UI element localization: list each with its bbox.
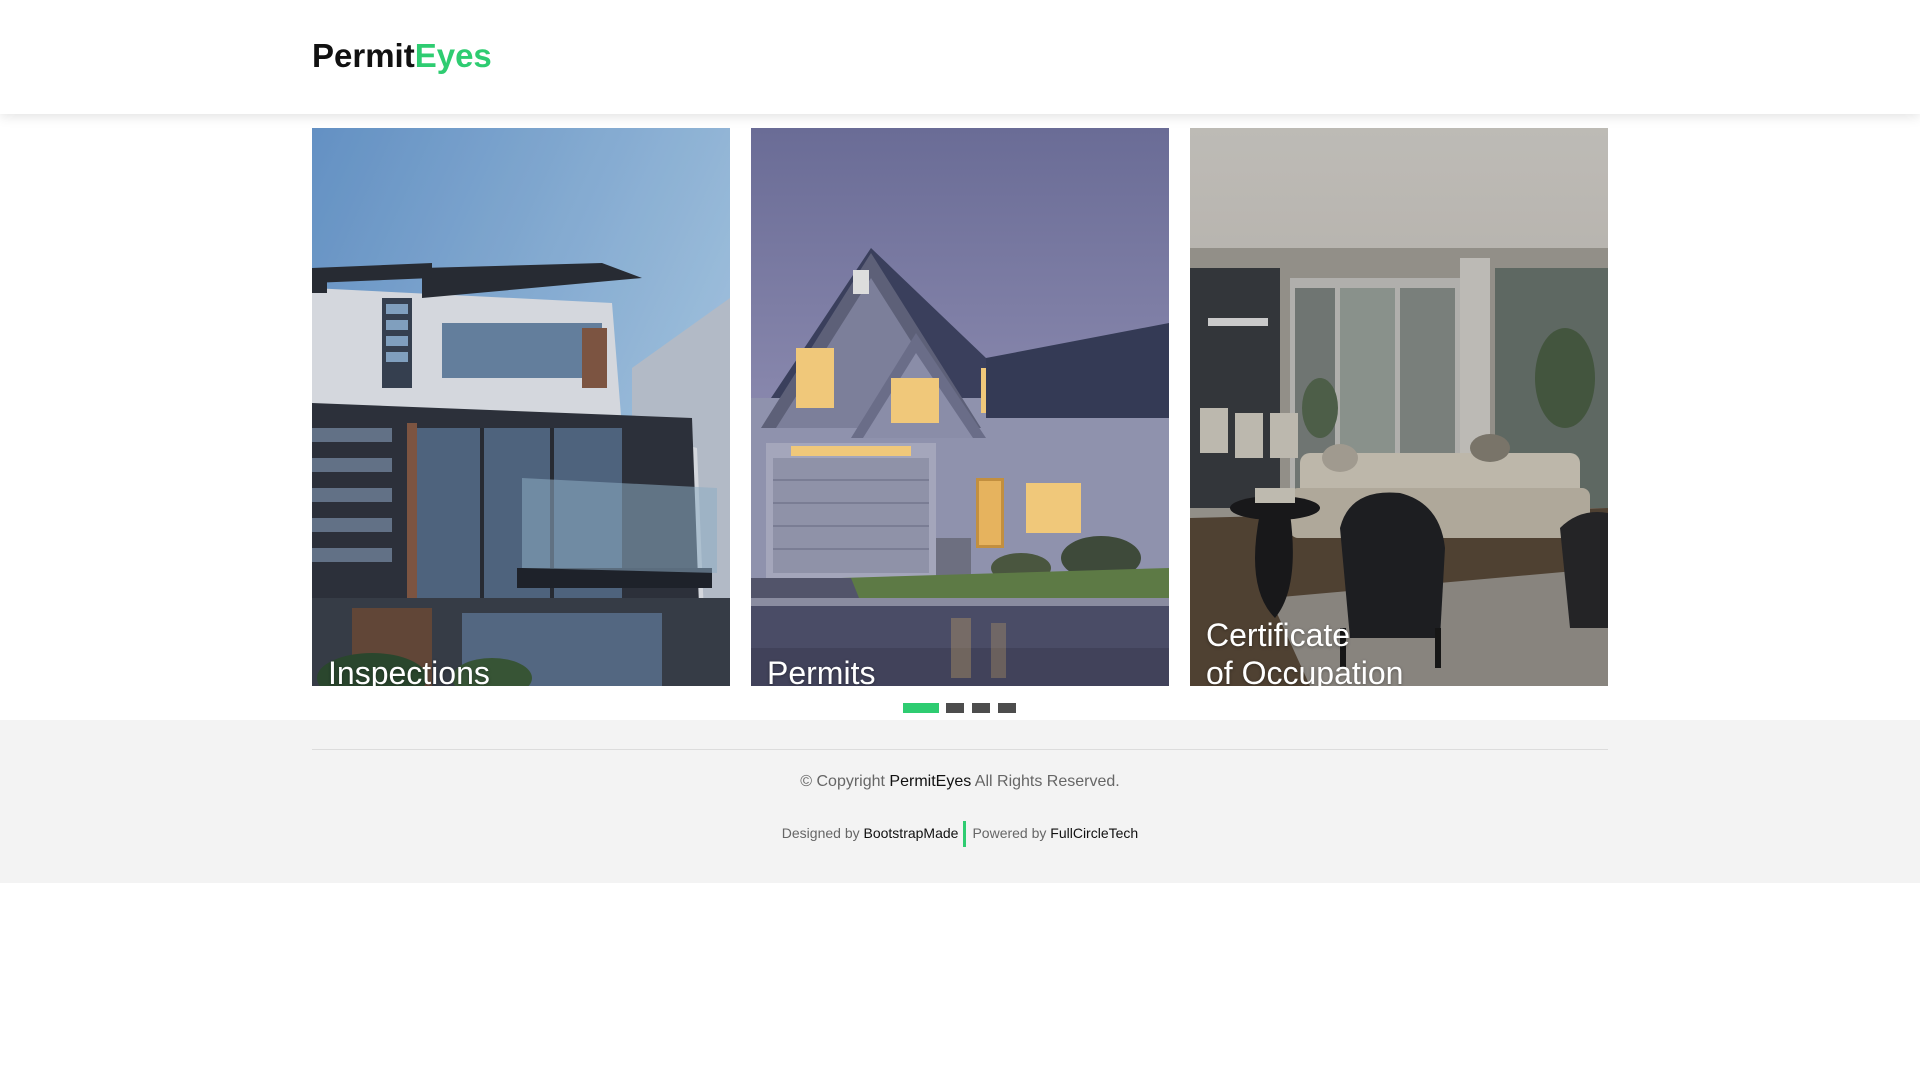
designed-by-label: Designed by bbox=[781, 825, 860, 841]
service-title-line-1: Inspections bbox=[328, 655, 490, 686]
carousel-dot-4[interactable] bbox=[998, 703, 1016, 713]
carousel-dot-3[interactable] bbox=[972, 703, 990, 713]
logo-text: Permit bbox=[312, 37, 415, 74]
service-card-inspections[interactable]: Inspections bbox=[312, 128, 730, 686]
service-card-title: Certificate of Occupation bbox=[1206, 616, 1403, 686]
service-card-title: Inspections bbox=[328, 654, 490, 686]
credits-separator bbox=[963, 821, 967, 848]
copyright-prefix: © Copyright bbox=[800, 773, 885, 790]
building-photo bbox=[312, 128, 730, 686]
services-carousel: Inspections Permits Certificate of Occup… bbox=[312, 128, 1608, 686]
site-footer: © Copyright PermitEyes All Rights Reserv… bbox=[0, 720, 1920, 883]
site-header: PermitEyes bbox=[0, 0, 1920, 114]
copyright-brand: PermitEyes bbox=[889, 773, 972, 790]
copyright-text: © Copyright PermitEyes All Rights Reserv… bbox=[0, 772, 1920, 792]
service-card-title: Permits bbox=[767, 654, 875, 686]
carousel-dot-1[interactable] bbox=[903, 703, 939, 713]
service-card-permits[interactable]: Permits bbox=[751, 128, 1169, 686]
service-card-certificate[interactable]: Certificate of Occupation bbox=[1190, 128, 1608, 686]
house-photo bbox=[751, 128, 1169, 686]
bootstrapmade-link[interactable]: BootstrapMade bbox=[864, 825, 959, 841]
fullcircletech-link[interactable]: FullCircleTech bbox=[1050, 825, 1138, 841]
logo-accent-text: Eyes bbox=[414, 37, 492, 74]
carousel-dot-2[interactable] bbox=[946, 703, 964, 713]
footer-divider bbox=[312, 749, 1608, 750]
living-room-photo bbox=[1190, 128, 1608, 686]
powered-by-label: Powered by bbox=[972, 825, 1047, 841]
logo-link[interactable]: PermitEyes bbox=[312, 36, 492, 76]
service-title-line-1: Certificate bbox=[1206, 617, 1351, 653]
footer-credits: Designed by BootstrapMade Powered by Full… bbox=[0, 820, 1920, 848]
service-title-line-1: Permits bbox=[767, 655, 876, 686]
copyright-suffix: All Rights Reserved. bbox=[974, 773, 1120, 790]
service-title-line-2: of Occupation bbox=[1206, 655, 1404, 686]
